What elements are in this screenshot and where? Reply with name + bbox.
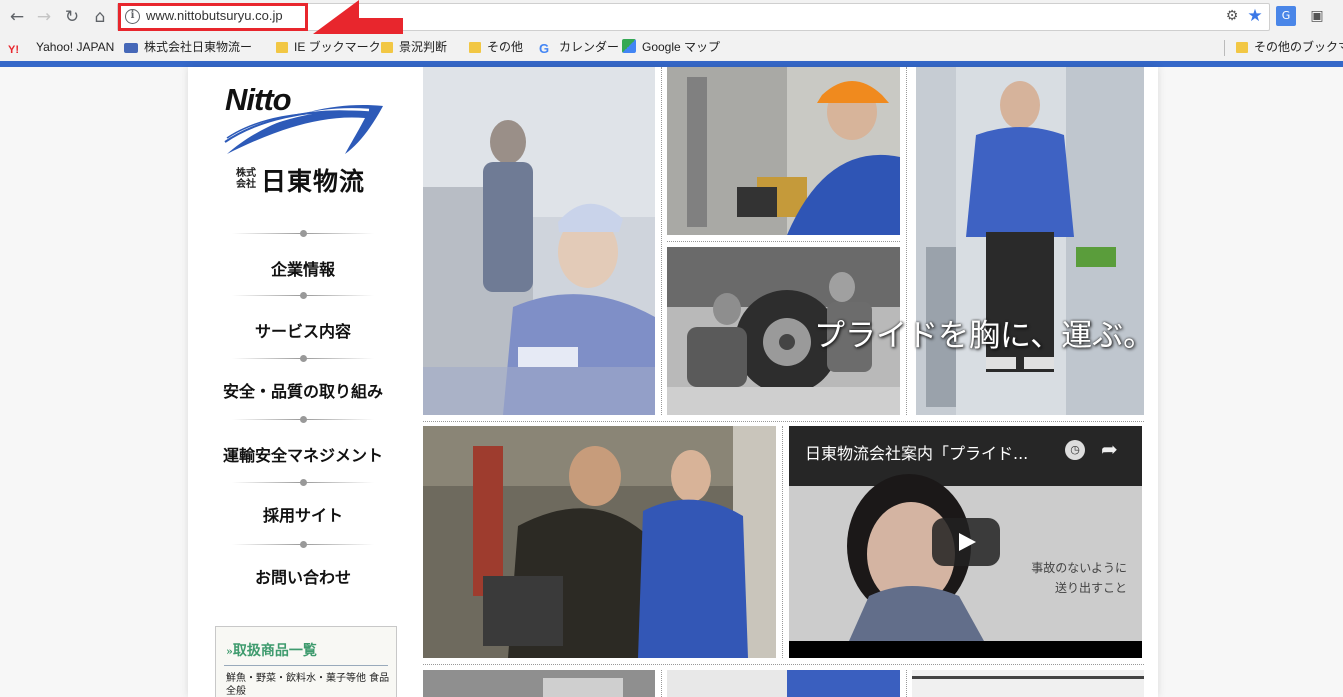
share-icon[interactable]: ➦ (1101, 437, 1118, 461)
photo-bottom-left (423, 670, 655, 697)
menu-item-services[interactable]: サービス内容 (222, 318, 384, 342)
grid-divider (661, 670, 662, 697)
browser-toolbar: ← → ↻ ⌂ i www.nittobutsuryu.co.jp ⚙ ★ G … (0, 0, 1343, 34)
video-title[interactable]: 日東物流会社案内「プライド... (805, 440, 1028, 464)
grid-divider (782, 426, 783, 658)
bookmark-yahoo[interactable]: Y! Yahoo! JAPAN (8, 39, 114, 56)
bookmarks-separator (1224, 40, 1225, 56)
logo-company-name: 日東物流 (261, 167, 366, 196)
blocked-content-icon[interactable]: ⚙ (1222, 6, 1242, 26)
menu-divider (232, 229, 374, 239)
bookmark-maps[interactable]: Google マップ (622, 39, 720, 56)
translate-icon[interactable]: G (1276, 6, 1296, 26)
yahoo-icon: Y! (8, 44, 19, 56)
nitto-logo[interactable]: Nitto 株式会社 日東物流 (223, 82, 389, 200)
reload-button[interactable]: ↻ (60, 5, 84, 29)
play-button[interactable] (932, 518, 1000, 566)
video-control-bar (789, 641, 1142, 658)
menu-item-recruit[interactable]: 採用サイト (222, 502, 384, 526)
bookmark-ie[interactable]: IE ブックマーク (276, 39, 381, 56)
cast-icon[interactable]: ▣ (1307, 6, 1327, 26)
menu-item-safety-quality[interactable]: 安全・品質の取り組み (222, 378, 384, 402)
bookmarks-bar: Y! Yahoo! JAPAN 株式会社日東物流ー IE ブックマーク 景況判断 … (0, 34, 1343, 61)
grid-divider (423, 664, 1144, 665)
folder-icon (469, 42, 481, 53)
logo-swoosh-icon (224, 105, 383, 154)
bookmark-other-folder[interactable]: その他のブックマー (1236, 39, 1343, 56)
folder-icon (381, 42, 393, 53)
logo-kabushiki: 株式会社 (236, 168, 256, 190)
photo-bottom-right (912, 670, 1144, 697)
menu-divider (232, 540, 374, 550)
grid-divider (423, 421, 1144, 422)
grid-divider (906, 67, 907, 415)
bookmark-nitto[interactable]: 株式会社日東物流ー (124, 39, 252, 56)
video-caption: 事故のないように 送り出すこと (1031, 561, 1127, 595)
product-list-title: »取扱商品一覧 (226, 643, 317, 659)
back-button[interactable]: ← (5, 5, 29, 29)
menu-item-contact[interactable]: お問い合わせ (222, 564, 384, 588)
grid-divider (661, 67, 662, 415)
folder-icon (1236, 42, 1248, 53)
watch-later-icon[interactable]: ◷ (1065, 440, 1085, 460)
home-button[interactable]: ⌂ (88, 5, 112, 29)
product-list-box[interactable]: »取扱商品一覧 鮮魚・野菜・飲料水・菓子等他 食品全般 (215, 626, 397, 697)
video-player[interactable]: 日東物流会社案内「プライド... ◷ ➦ 事故のないように 送り出すこと (789, 426, 1142, 658)
photo-standing-worker (916, 67, 1144, 415)
photo-bottom-middle (667, 670, 900, 697)
grid-divider (906, 670, 907, 697)
product-list-text: 鮮魚・野菜・飲料水・菓子等他 食品全般 (226, 673, 390, 697)
forward-button[interactable]: → (32, 5, 56, 29)
bookmark-calendar[interactable]: G カレンダー (539, 39, 619, 56)
menu-divider (232, 478, 374, 488)
menu-item-company[interactable]: 企業情報 (222, 256, 384, 280)
menu-divider (232, 354, 374, 364)
photo-fueling-worker (423, 67, 655, 415)
photo-workers-engine (423, 426, 776, 658)
menu-divider (232, 415, 374, 425)
product-divider (224, 665, 388, 666)
menu-divider (232, 291, 374, 301)
bookmark-star-icon[interactable]: ★ (1245, 6, 1265, 26)
menu-item-transport-safety[interactable]: 運輸安全マネジメント (222, 442, 384, 466)
folder-icon (276, 42, 288, 53)
hero-tagline: プライドを胸に、運ぶ。 (814, 318, 1155, 354)
maps-icon (622, 39, 636, 53)
grid-divider (667, 241, 900, 242)
site-icon (124, 43, 138, 53)
bookmark-keikyo[interactable]: 景況判断 (381, 39, 447, 56)
google-icon: G (539, 41, 550, 56)
bookmark-other[interactable]: その他 (469, 39, 523, 56)
url-highlight-box (118, 3, 308, 31)
photo-worker-orange-cap (667, 67, 900, 235)
